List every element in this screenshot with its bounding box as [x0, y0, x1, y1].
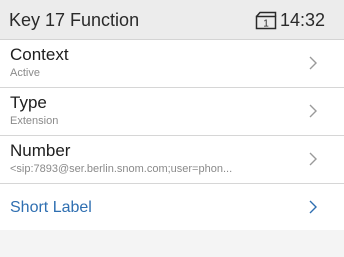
menu-item-label: Short Label: [10, 199, 92, 216]
menu-item-value: Active: [10, 67, 40, 79]
menu-item-value: Extension: [10, 115, 59, 127]
page-title: Key 17 Function: [9, 10, 140, 30]
clock: 14:32: [280, 10, 326, 30]
chevron-right-icon: [309, 200, 317, 214]
chevron-right-icon: [309, 104, 317, 118]
title-bar: Key 17 Function 1 14:32: [0, 0, 344, 40]
line-number: 1: [263, 19, 269, 30]
line-1-icon: 1: [255, 11, 277, 30]
menu-item-short-label[interactable]: Short Label: [0, 184, 344, 232]
softkey-bar: [0, 230, 344, 257]
chevron-right-icon: [309, 56, 317, 70]
menu-item-context[interactable]: Context Active: [0, 40, 344, 88]
menu-item-label: Number: [10, 141, 71, 160]
menu-item-label: Context: [10, 45, 69, 64]
menu-item-number[interactable]: Number <sip:7893@ser.berlin.snom.com;use…: [0, 136, 344, 184]
menu-item-type[interactable]: Type Extension: [0, 88, 344, 136]
menu-item-label: Type: [10, 93, 47, 112]
menu-item-value: <sip:7893@ser.berlin.snom.com;user=phon.…: [10, 163, 233, 175]
chevron-right-icon: [309, 152, 317, 166]
